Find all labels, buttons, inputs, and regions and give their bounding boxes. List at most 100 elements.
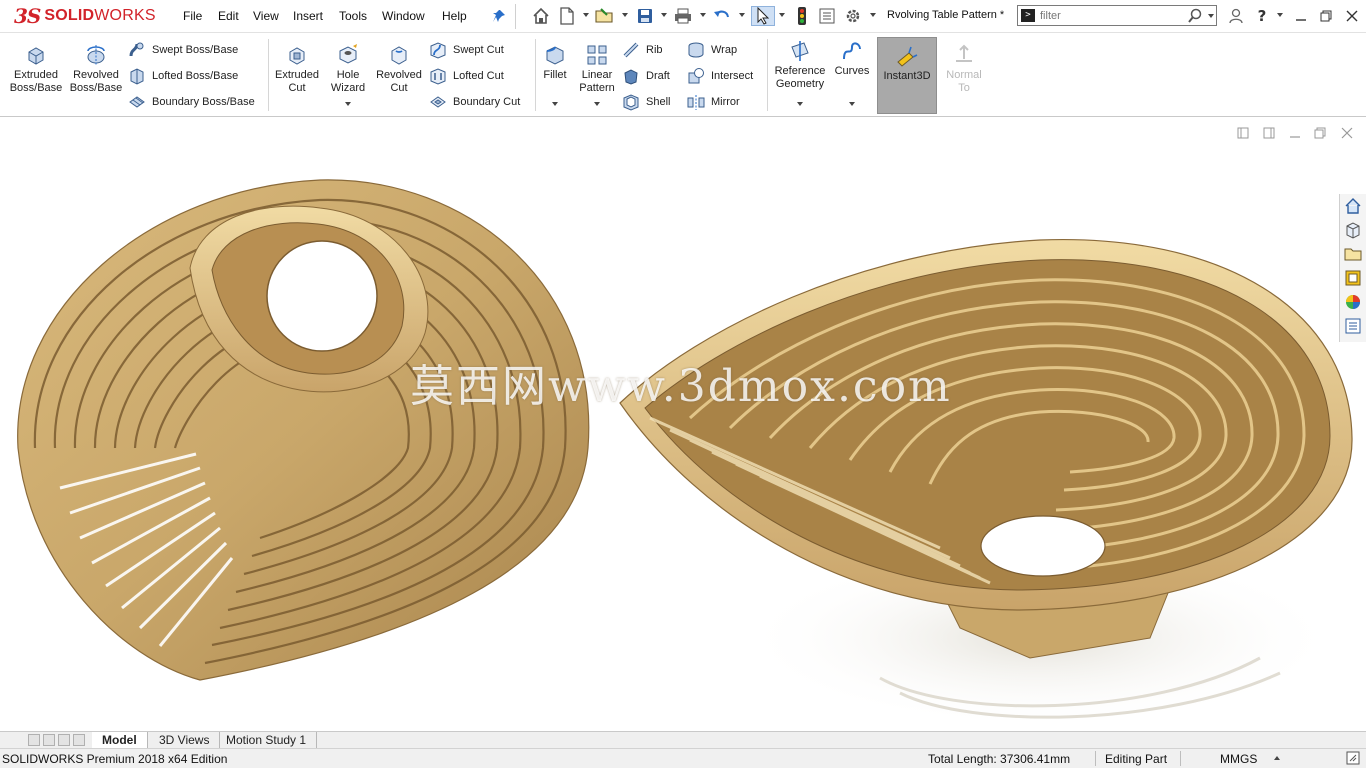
- next-view-icon[interactable]: [1262, 126, 1276, 140]
- restore-document-icon[interactable]: [1313, 126, 1327, 140]
- search-commands-box[interactable]: >: [1017, 5, 1217, 26]
- fillet-icon: [546, 46, 564, 65]
- options-dropdown-caret[interactable]: [870, 13, 876, 17]
- task-pane-tabs: [1339, 194, 1366, 342]
- draft-button[interactable]: Draft: [622, 66, 670, 86]
- home-icon[interactable]: [531, 6, 551, 26]
- pin-icon[interactable]: [489, 6, 509, 26]
- previous-view-icon[interactable]: [1236, 126, 1250, 140]
- select-arrow-icon[interactable]: [751, 6, 775, 26]
- extruded-cut-button[interactable]: Extruded Cut: [272, 43, 322, 95]
- open-folder-icon[interactable]: [595, 6, 615, 26]
- options-gear-icon[interactable]: [843, 6, 863, 26]
- file-explorer-icon[interactable]: [1343, 244, 1363, 264]
- tab-scroll-prev-button[interactable]: [43, 734, 55, 746]
- instant3d-toggle[interactable]: Instant3D: [877, 37, 937, 114]
- extruded-boss-button[interactable]: Extruded Boss/Base: [8, 43, 64, 95]
- restore-window-icon[interactable]: [1316, 6, 1336, 26]
- toolbar-divider: [515, 4, 516, 29]
- menu-help[interactable]: Help: [442, 9, 467, 23]
- swept-cut-button[interactable]: Swept Cut: [429, 40, 504, 60]
- print-icon[interactable]: [673, 6, 693, 26]
- linear-pattern-button[interactable]: Linear Pattern: [575, 43, 619, 95]
- help-question-icon[interactable]: ?: [1252, 6, 1272, 26]
- search-dropdown-caret[interactable]: [1208, 14, 1214, 18]
- resize-grip-icon[interactable]: [1346, 751, 1360, 768]
- revolved-boss-button[interactable]: Revolved Boss/Base: [68, 43, 124, 95]
- document-title: Rvolving Table Pattern *: [887, 9, 1005, 21]
- view-palette-icon[interactable]: [1343, 268, 1363, 288]
- undo-icon[interactable]: [712, 6, 732, 26]
- wrap-button[interactable]: Wrap: [687, 40, 737, 60]
- swept-boss-icon: [129, 42, 144, 57]
- rebuild-traffic-light-icon[interactable]: [792, 6, 812, 26]
- tab-motion-study-1[interactable]: Motion Study 1: [216, 732, 318, 749]
- search-input[interactable]: [1040, 8, 1190, 23]
- shell-button[interactable]: Shell: [622, 92, 670, 112]
- instant3d-icon: [897, 46, 918, 67]
- design-library-icon[interactable]: [1343, 220, 1363, 240]
- reference-geometry-button[interactable]: Reference Geometry: [771, 39, 829, 91]
- reference-geometry-dropdown-caret[interactable]: [797, 102, 803, 106]
- right-spiral-bowl-model[interactable]: [619, 238, 1353, 728]
- lofted-boss-button[interactable]: Lofted Boss/Base: [128, 66, 238, 86]
- close-document-icon[interactable]: [1340, 126, 1354, 140]
- normal-to-button[interactable]: Normal To: [942, 43, 986, 95]
- fillet-button[interactable]: Fillet: [539, 43, 571, 82]
- extruded-cut-icon: [289, 47, 305, 65]
- tab-3d-views[interactable]: 3D Views: [149, 732, 221, 749]
- curves-dropdown-caret[interactable]: [849, 102, 855, 106]
- linear-pattern-dropdown-caret[interactable]: [594, 102, 600, 106]
- new-dropdown-caret[interactable]: [583, 13, 589, 17]
- tab-scroll-first-button[interactable]: [28, 734, 40, 746]
- select-dropdown-caret[interactable]: [779, 13, 785, 17]
- custom-properties-icon[interactable]: [1343, 316, 1363, 336]
- close-window-icon[interactable]: [1342, 6, 1362, 26]
- normal-to-icon: [956, 44, 972, 62]
- revolved-cut-button[interactable]: Revolved Cut: [374, 43, 424, 95]
- mirror-button[interactable]: Mirror: [687, 92, 740, 112]
- left-spiral-table-model[interactable]: [17, 179, 590, 681]
- new-document-icon[interactable]: [557, 6, 577, 26]
- menu-tools[interactable]: Tools: [339, 9, 367, 23]
- solidworks-logo[interactable]: 3S SOLIDWORKS: [14, 2, 156, 30]
- tab-scroll-next-button[interactable]: [58, 734, 70, 746]
- hole-wizard-button[interactable]: Hole Wizard: [326, 43, 370, 95]
- unit-system-caret[interactable]: [1274, 756, 1280, 760]
- intersect-button[interactable]: Intersect: [687, 66, 753, 86]
- fillet-dropdown-caret[interactable]: [552, 102, 558, 106]
- help-dropdown-caret[interactable]: [1277, 13, 1283, 17]
- appearances-scenes-icon[interactable]: [1343, 292, 1363, 312]
- minimize-window-icon[interactable]: [1291, 6, 1311, 26]
- menu-view[interactable]: View: [253, 9, 279, 23]
- lofted-cut-button[interactable]: Lofted Cut: [429, 66, 504, 86]
- solidworks-resources-home-icon[interactable]: [1343, 196, 1363, 216]
- graphics-area[interactable]: 莫西网www.3dmox.com: [0, 118, 1366, 731]
- undo-dropdown-caret[interactable]: [739, 13, 745, 17]
- menu-edit[interactable]: Edit: [218, 9, 239, 23]
- menu-file[interactable]: File: [183, 9, 202, 23]
- search-icon[interactable]: [1187, 8, 1203, 27]
- boundary-boss-button[interactable]: Boundary Boss/Base: [128, 92, 255, 112]
- logo-ds-mark: 3S: [14, 4, 41, 28]
- save-dropdown-caret[interactable]: [661, 13, 667, 17]
- print-dropdown-caret[interactable]: [700, 13, 706, 17]
- tab-scroll-last-button[interactable]: [73, 734, 85, 746]
- hole-wizard-dropdown-caret[interactable]: [345, 102, 351, 106]
- menu-insert[interactable]: Insert: [293, 9, 323, 23]
- open-dropdown-caret[interactable]: [622, 13, 628, 17]
- status-unit-system[interactable]: MMGS: [1220, 752, 1257, 766]
- tab-model[interactable]: Model: [92, 732, 148, 749]
- extruded-boss-icon: [28, 47, 44, 65]
- user-account-icon[interactable]: [1226, 6, 1246, 26]
- swept-boss-button[interactable]: Swept Boss/Base: [128, 40, 238, 60]
- boundary-cut-button[interactable]: Boundary Cut: [429, 92, 520, 112]
- minimize-document-icon[interactable]: [1288, 126, 1302, 140]
- file-properties-icon[interactable]: [817, 6, 837, 26]
- rib-button[interactable]: Rib: [622, 40, 663, 60]
- menu-window[interactable]: Window: [382, 9, 425, 23]
- save-icon[interactable]: [635, 6, 655, 26]
- model-render[interactable]: [0, 118, 1366, 731]
- curves-button[interactable]: Curves: [832, 39, 872, 78]
- shell-icon: [623, 94, 639, 111]
